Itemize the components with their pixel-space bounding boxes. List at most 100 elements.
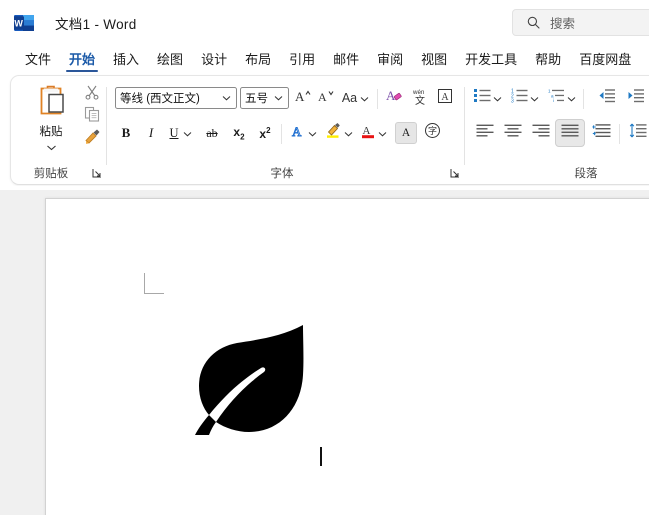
- group-clipboard: 粘贴 剪贴板: [15, 79, 107, 183]
- ribbon-tabs: 文件 开始 插入 绘图 设计 布局 引用 邮件 审阅 视图 开发工具 帮助 百度…: [0, 46, 649, 75]
- bold-icon: B: [121, 125, 131, 140]
- text-caret: [320, 447, 322, 466]
- chevron-down-icon[interactable]: [274, 92, 283, 104]
- align-center-button[interactable]: [499, 122, 526, 144]
- character-shading-button[interactable]: A: [395, 122, 417, 144]
- tab-references[interactable]: 引用: [280, 46, 324, 73]
- strikethrough-button[interactable]: ab: [200, 122, 224, 144]
- line-spacing-button[interactable]: [626, 122, 649, 144]
- tab-home[interactable]: 开始: [60, 46, 104, 73]
- tab-developer[interactable]: 开发工具: [456, 46, 526, 73]
- decrease-font-size-icon: A: [317, 88, 334, 109]
- word-window: W 文档1 - Word 搜索 文件 开始 插入 绘图 设计 布局 引用 邮件 …: [0, 0, 649, 515]
- chevron-down-icon[interactable]: [530, 89, 539, 107]
- tab-draw[interactable]: 绘图: [148, 46, 192, 73]
- italic-button[interactable]: I: [140, 122, 162, 144]
- svg-text:A: A: [386, 88, 396, 103]
- search-box[interactable]: 搜索: [512, 9, 649, 36]
- svg-text:A: A: [318, 90, 327, 104]
- page-title: 文档1 - Word: [55, 17, 137, 32]
- tab-insert[interactable]: 插入: [104, 46, 148, 73]
- decrease-indent-button[interactable]: [594, 87, 620, 109]
- format-painter-button[interactable]: [81, 128, 103, 149]
- font-size-combobox[interactable]: 五号: [240, 87, 289, 109]
- justify-button[interactable]: [555, 119, 585, 147]
- group-label-font: 字体: [270, 168, 294, 180]
- underline-button[interactable]: U: [165, 122, 196, 144]
- chevron-down-icon[interactable]: [567, 89, 576, 107]
- divider: [377, 89, 378, 109]
- align-right-button[interactable]: [527, 122, 554, 144]
- increase-indent-icon: [627, 88, 645, 108]
- superscript-icon: x2: [259, 125, 271, 141]
- tab-review[interactable]: 审阅: [368, 46, 412, 73]
- increase-indent-button[interactable]: [623, 87, 649, 109]
- increase-font-size-button[interactable]: A: [291, 87, 313, 109]
- svg-text:A: A: [362, 125, 370, 137]
- chevron-down-icon[interactable]: [493, 89, 502, 107]
- chevron-down-icon[interactable]: [183, 124, 192, 142]
- numbered-list-icon: 1 2 3: [511, 88, 528, 108]
- tab-help[interactable]: 帮助: [526, 46, 570, 73]
- svg-text:字: 字: [427, 125, 436, 136]
- character-border-button[interactable]: A: [433, 87, 457, 109]
- tab-mailings[interactable]: 邮件: [324, 46, 368, 73]
- enclose-characters-button[interactable]: 字: [420, 122, 444, 144]
- highlight-color-icon: [325, 122, 342, 144]
- tab-design[interactable]: 设计: [192, 46, 236, 73]
- cut-button[interactable]: [81, 84, 103, 105]
- multilevel-list-button[interactable]: 1 a i: [545, 87, 578, 109]
- font-color-icon: A: [361, 122, 376, 144]
- font-dialog-launcher-icon[interactable]: [449, 166, 462, 179]
- copy-button[interactable]: [81, 106, 103, 127]
- font-color-button[interactable]: A: [357, 122, 390, 144]
- chevron-down-icon[interactable]: [360, 89, 369, 107]
- subscript-button[interactable]: x2: [227, 122, 251, 144]
- tab-file[interactable]: 文件: [16, 46, 60, 73]
- text-highlight-button[interactable]: [322, 122, 355, 144]
- scissors-icon: [84, 84, 100, 105]
- decrease-font-size-button[interactable]: A: [314, 87, 336, 109]
- divider: [619, 124, 620, 144]
- search-icon: [527, 16, 540, 29]
- paste-button[interactable]: 粘贴: [29, 83, 73, 151]
- clear-formatting-button[interactable]: A: [383, 87, 407, 109]
- text-effects-icon: A: [291, 123, 306, 144]
- numbered-list-button[interactable]: 1 2 3: [508, 87, 541, 109]
- tab-layout[interactable]: 布局: [236, 46, 280, 73]
- paste-label: 粘贴: [39, 126, 63, 138]
- group-label-clipboard: 剪贴板: [33, 168, 69, 180]
- document-canvas[interactable]: [0, 190, 649, 515]
- chevron-down-icon[interactable]: [222, 92, 231, 104]
- clear-formatting-icon: A: [386, 87, 405, 109]
- phonetic-guide-icon: wén 文: [410, 87, 430, 110]
- chevron-down-icon[interactable]: [378, 124, 387, 142]
- chevron-down-icon[interactable]: [46, 138, 57, 156]
- align-left-button[interactable]: [471, 122, 498, 144]
- subscript-icon: x2: [233, 124, 245, 142]
- bold-button[interactable]: B: [115, 122, 137, 144]
- clipboard-dialog-launcher-icon[interactable]: [91, 166, 104, 179]
- bullet-list-icon: [473, 88, 491, 108]
- align-right-icon: [532, 124, 550, 143]
- leaf-icon[interactable]: [185, 323, 305, 437]
- text-effects-button[interactable]: A: [287, 122, 320, 144]
- change-case-button[interactable]: Aa: [339, 87, 372, 109]
- document-page[interactable]: [45, 198, 649, 515]
- ribbon: 粘贴 剪贴板 等线 (西文正文) 五号 A A Aa A wén 文 A B I…: [10, 75, 649, 185]
- chevron-down-icon[interactable]: [308, 124, 317, 142]
- tab-baidu-netdisk[interactable]: 百度网盘: [570, 46, 640, 73]
- svg-text:wén: wén: [412, 89, 425, 96]
- search-input[interactable]: 搜索: [550, 13, 575, 32]
- line-spacing-icon: [629, 123, 647, 143]
- distributed-align-button[interactable]: [588, 122, 615, 144]
- font-name-combobox[interactable]: 等线 (西文正文): [115, 87, 237, 109]
- phonetic-guide-button[interactable]: wén 文: [408, 87, 432, 109]
- superscript-button[interactable]: x2: [253, 122, 277, 144]
- divider: [464, 87, 465, 165]
- bullet-list-button[interactable]: [471, 87, 504, 109]
- tab-view[interactable]: 视图: [412, 46, 456, 73]
- chevron-down-icon[interactable]: [344, 124, 353, 142]
- enclose-characters-icon: 字: [424, 122, 441, 144]
- italic-icon: I: [148, 125, 154, 140]
